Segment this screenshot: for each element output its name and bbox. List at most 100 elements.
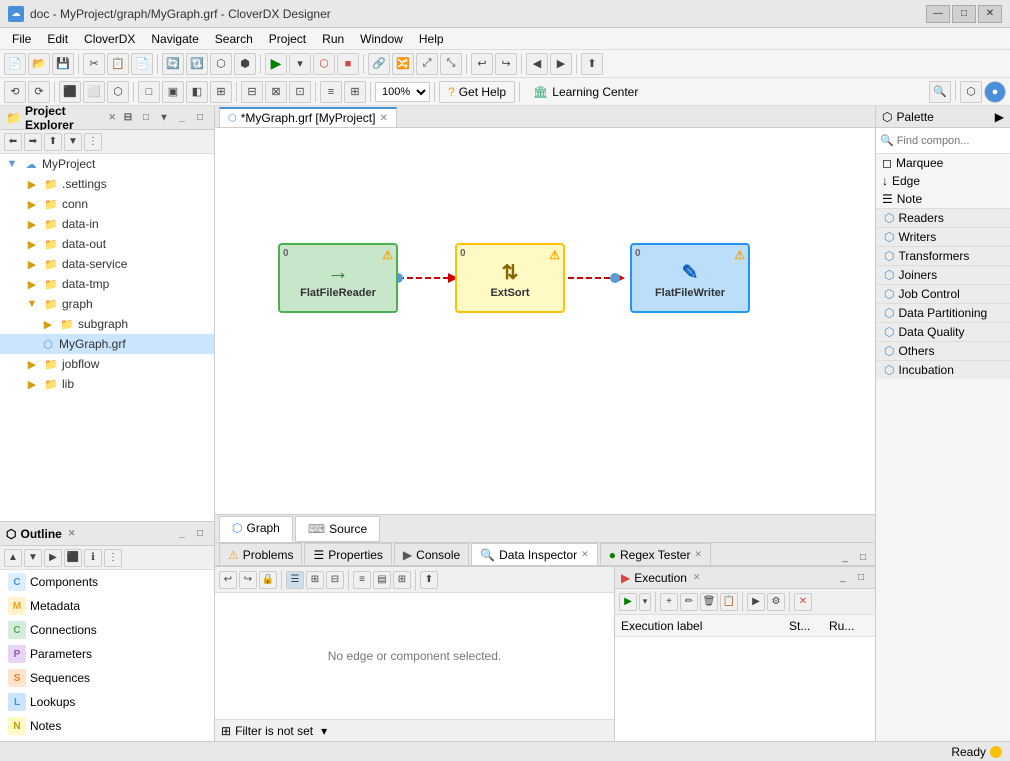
editor-tab-close[interactable]: ✕ xyxy=(379,113,387,124)
execution-close[interactable]: ✕ xyxy=(693,572,701,583)
btn11[interactable]: ⤡ xyxy=(440,53,462,75)
tree-data-in[interactable]: ▶ 📁 data-in xyxy=(0,214,214,234)
btn6[interactable]: ⬡ xyxy=(210,53,232,75)
learning-center-button[interactable]: 🏛 Learning Center xyxy=(524,81,647,103)
collapse-btn[interactable]: ⊟ xyxy=(120,110,136,126)
outline-sequences[interactable]: S Sequences xyxy=(0,666,214,690)
t2-btn9[interactable]: ⊞ xyxy=(210,81,232,103)
di-row[interactable]: ▤ xyxy=(373,571,391,589)
extsort-node[interactable]: 0 ⚠ ⇅ ExtSort xyxy=(455,243,565,313)
data-inspector-close[interactable]: ✕ xyxy=(581,549,589,560)
ol-btn3[interactable]: ▶ xyxy=(44,549,62,567)
new-btn[interactable]: 📄 xyxy=(4,53,26,75)
ol-btn5[interactable]: ℹ xyxy=(84,549,102,567)
run-btn[interactable]: ▶ xyxy=(265,53,287,75)
palette-note[interactable]: ☰ Note xyxy=(876,190,1010,208)
save-btn[interactable]: 💾 xyxy=(52,53,74,75)
di-fwd[interactable]: ↪ xyxy=(239,571,257,589)
pe-filter-btn[interactable]: ▼ xyxy=(64,133,82,151)
t2-btn11[interactable]: ⊠ xyxy=(265,81,287,103)
btn3[interactable]: 📄 xyxy=(131,53,153,75)
ol-btn1[interactable]: ▲ xyxy=(4,549,22,567)
btn7[interactable]: ⬢ xyxy=(234,53,256,75)
exec-run[interactable]: ▶ xyxy=(619,593,637,611)
nav-fwd[interactable]: ▶ xyxy=(550,53,572,75)
tree-lib[interactable]: ▶ 📁 lib xyxy=(0,374,214,394)
maximize-button[interactable]: □ xyxy=(952,5,976,23)
ol-btn2[interactable]: ▼ xyxy=(24,549,42,567)
palette-edge[interactable]: ↓ Edge xyxy=(876,172,1010,190)
panel-menu-btn[interactable]: ▾ xyxy=(156,110,172,126)
btn9[interactable]: 🔀 xyxy=(392,53,414,75)
t2-btn12[interactable]: ⊡ xyxy=(289,81,311,103)
pe-up-btn[interactable]: ⬆ xyxy=(44,133,62,151)
palette-joiners[interactable]: ⬡ Joiners xyxy=(876,265,1010,284)
palette-transformers[interactable]: ⬡ Transformers xyxy=(876,246,1010,265)
btn10[interactable]: ⤢ xyxy=(416,53,438,75)
menu-search[interactable]: Search xyxy=(207,30,261,48)
ol-btn4[interactable]: ⬛ xyxy=(64,549,82,567)
bottom-max[interactable]: □ xyxy=(855,549,871,565)
graph-tab[interactable]: ⬡ Graph xyxy=(219,516,293,542)
graph-area[interactable]: 0 ⚠ → FlatFileReader 0 ⚠ ⇅ ExtSort 0 ⚠ ✎… xyxy=(215,128,875,514)
pe-fwd-btn[interactable]: ➡ xyxy=(24,133,42,151)
palette-writers[interactable]: ⬡ Writers xyxy=(876,227,1010,246)
panel-max-btn[interactable]: □ xyxy=(192,110,208,126)
run-dropdown[interactable]: ▾ xyxy=(289,53,311,75)
tree-root[interactable]: ▼ ☁ MyProject xyxy=(0,154,214,174)
menu-edit[interactable]: Edit xyxy=(39,30,76,48)
pe-back-btn[interactable]: ⬅ xyxy=(4,133,22,151)
palette-data-quality[interactable]: ⬡ Data Quality xyxy=(876,322,1010,341)
palette-job-control[interactable]: ⬡ Job Control xyxy=(876,284,1010,303)
menu-file[interactable]: File xyxy=(4,30,39,48)
exec-settings[interactable]: ⚙ xyxy=(767,593,785,611)
window-controls[interactable]: — □ ✕ xyxy=(926,5,1002,23)
exec-console[interactable]: ▶ xyxy=(747,593,765,611)
exec-min[interactable]: _ xyxy=(835,570,851,586)
zoom-select[interactable]: 100% 75% 150% xyxy=(375,82,430,102)
di-fit[interactable]: ⊞ xyxy=(393,571,411,589)
panel-min-btn[interactable]: _ xyxy=(174,110,190,126)
tree-data-tmp[interactable]: ▶ 📁 data-tmp xyxy=(0,274,214,294)
exec-close[interactable]: ✕ xyxy=(794,593,812,611)
open-btn[interactable]: 📂 xyxy=(28,53,50,75)
editor-tab[interactable]: ⬡ *MyGraph.grf [MyProject] ✕ xyxy=(219,107,397,127)
outline-min[interactable]: _ xyxy=(174,526,190,542)
exec-del[interactable]: 🗑 xyxy=(700,593,718,611)
tree-subgraph[interactable]: ▶ 📁 subgraph xyxy=(0,314,214,334)
exec-dropdown[interactable]: ▾ xyxy=(639,593,651,611)
t2-btn8[interactable]: ◧ xyxy=(186,81,208,103)
tree-settings[interactable]: ▶ 📁 .settings xyxy=(0,174,214,194)
regex-tester-close[interactable]: ✕ xyxy=(694,549,702,560)
source-tab[interactable]: ⌨ Source xyxy=(295,516,380,542)
t2-btn10[interactable]: ⊟ xyxy=(241,81,263,103)
menu-help[interactable]: Help xyxy=(411,30,452,48)
menu-run[interactable]: Run xyxy=(314,30,352,48)
palette-data-partitioning[interactable]: ⬡ Data Partitioning xyxy=(876,303,1010,322)
t2-btn6[interactable]: □ xyxy=(138,81,160,103)
filter-dropdown[interactable]: ▾ xyxy=(321,724,327,738)
properties-tab[interactable]: ☰ Properties xyxy=(304,543,391,565)
console-tab[interactable]: ▶ Console xyxy=(394,543,469,565)
di-back[interactable]: ↩ xyxy=(219,571,237,589)
t2-btn1[interactable]: ⟲ xyxy=(4,81,26,103)
exec-edit[interactable]: ✏ xyxy=(680,593,698,611)
t2-btn13[interactable]: ≡ xyxy=(320,81,342,103)
outline-notes[interactable]: N Notes xyxy=(0,714,214,738)
stop-btn[interactable]: ■ xyxy=(337,53,359,75)
close-button[interactable]: ✕ xyxy=(978,5,1002,23)
undo-btn[interactable]: ↩ xyxy=(471,53,493,75)
tree-graph[interactable]: ▼ 📁 graph xyxy=(0,294,214,314)
outline-lookups[interactable]: L Lookups xyxy=(0,690,214,714)
palette-expand[interactable]: ▶ xyxy=(995,110,1004,124)
tree-data-out[interactable]: ▶ 📁 data-out xyxy=(0,234,214,254)
t2-btn2[interactable]: ⟳ xyxy=(28,81,50,103)
btn8[interactable]: 🔗 xyxy=(368,53,390,75)
data-inspector-tab[interactable]: 🔍 Data Inspector ✕ xyxy=(471,543,598,565)
ol-btn6[interactable]: ⋮ xyxy=(104,549,122,567)
palette-incubation[interactable]: ⬡ Incubation xyxy=(876,360,1010,379)
palette-readers[interactable]: ⬡ Readers xyxy=(876,208,1010,227)
project-explorer-x[interactable]: ✕ xyxy=(108,112,116,123)
menu-project[interactable]: Project xyxy=(261,30,314,48)
get-help-button[interactable]: ? Get Help xyxy=(439,81,515,103)
